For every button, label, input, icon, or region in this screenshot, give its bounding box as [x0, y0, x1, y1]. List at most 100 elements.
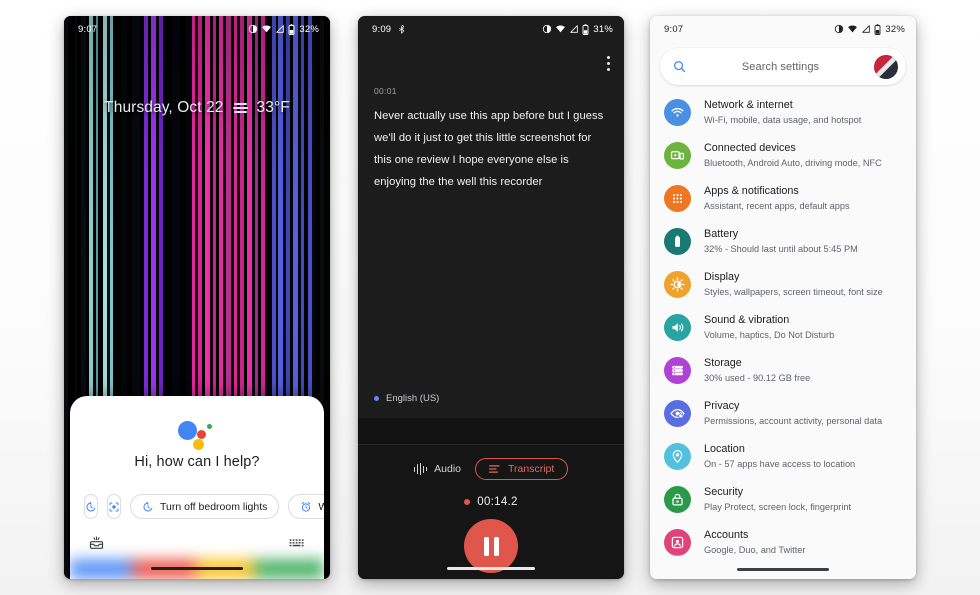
lockscreen-date: Thursday, Oct 22 [104, 99, 224, 116]
wifi-icon [664, 99, 691, 126]
lockscreen-info[interactable]: Thursday, Oct 22 33°F [64, 99, 330, 117]
language-label: English (US) [386, 393, 440, 404]
recorder-transcript-panel: 9:09 31% 00:01 Never actually use this a… [358, 16, 624, 418]
home-indicator[interactable] [151, 567, 243, 570]
chip-label: W [318, 500, 324, 513]
settings-row-apps-notifications[interactable]: Apps & notifications Assistant, recent ap… [650, 177, 916, 220]
settings-row-display[interactable]: Display Styles, wallpapers, screen timeou… [650, 263, 916, 306]
settings-row-security[interactable]: Security Play Protect, screen lock, finge… [650, 478, 916, 521]
status-icons: 32% [834, 24, 905, 35]
settings-row-location[interactable]: Location On - 57 apps have access to loca… [650, 435, 916, 478]
brightness-contrast-icon [249, 24, 258, 34]
settings-row-text: Security Play Protect, screen lock, finge… [704, 485, 851, 514]
google-assistant-logo [176, 418, 218, 450]
home-indicator[interactable] [737, 568, 829, 571]
history-icon [143, 501, 153, 511]
transcript-text[interactable]: Never actually use this app before but I… [358, 96, 624, 193]
status-bar-recorder: 9:09 31% [358, 16, 624, 42]
assistant-footer [70, 519, 324, 553]
avatar[interactable] [874, 54, 898, 79]
signal-icon [570, 25, 579, 33]
settings-row-connected-devices[interactable]: Connected devices Bluetooth, Android Auto… [650, 134, 916, 177]
battery-icon [288, 23, 295, 35]
account-icon [664, 529, 691, 556]
recorder-controls: Audio Transcript 00:14.2 [358, 444, 624, 579]
history-icon [86, 501, 96, 511]
waveform-icon [413, 463, 428, 475]
overflow-menu-icon[interactable] [607, 56, 610, 71]
status-bar-lockscreen: 9:07 32% [64, 16, 330, 42]
timer-value: 00:14.2 [477, 496, 518, 508]
settings-row-text: Display Styles, wallpapers, screen timeou… [704, 270, 883, 299]
settings-row-sound-vibration[interactable]: Sound & vibration Volume, haptics, Do Not… [650, 306, 916, 349]
settings-row-subtitle: On - 57 apps have access to location [704, 459, 856, 469]
settings-row-title: Accounts [704, 529, 749, 541]
wifi-icon [848, 25, 858, 33]
settings-row-title: Connected devices [704, 142, 796, 154]
settings-row-subtitle: 30% used - 90.12 GB free [704, 373, 811, 383]
pause-record-button[interactable] [464, 519, 518, 573]
brightness-contrast-icon [543, 24, 552, 34]
search-settings-bar[interactable]: Search settings [660, 48, 906, 85]
settings-row-title: Privacy [704, 400, 740, 412]
settings-row-title: Storage [704, 357, 742, 369]
status-time: 9:09 [372, 23, 392, 35]
settings-row-title: Apps & notifications [704, 185, 799, 197]
home-indicator[interactable] [447, 567, 535, 570]
language-indicator[interactable]: English (US) [374, 393, 439, 404]
settings-row-subtitle: Styles, wallpapers, screen timeout, font… [704, 287, 883, 297]
search-input-placeholder[interactable]: Search settings [687, 61, 874, 73]
haze-icon [232, 103, 248, 113]
recording-indicator-icon [464, 499, 471, 505]
settings-row-network-internet[interactable]: Network & internet Wi-Fi, mobile, data us… [650, 91, 916, 134]
chip-lens-button[interactable] [107, 494, 121, 519]
settings-row-subtitle: Bluetooth, Android Auto, driving mode, N… [704, 158, 882, 168]
assistant-suggestion-chips: Turn off bedroom lights W [70, 494, 324, 519]
assistant-sheet: Hi, how can I help? Turn off bedroom lig… [70, 396, 324, 579]
search-icon [674, 61, 686, 73]
list-bottom-fade [650, 553, 916, 579]
status-icons: 32% [248, 24, 319, 35]
screenshot-canvas: 9:07 32% Thursday, Oct 22 33°F Hi, how c… [0, 0, 980, 595]
devices-icon [664, 142, 691, 169]
settings-row-battery[interactable]: Battery 32% - Should last until about 5:4… [650, 220, 916, 263]
settings-row-subtitle: Assistant, recent apps, default apps [704, 201, 850, 211]
chip-turn-off-bedroom-lights[interactable]: Turn off bedroom lights [130, 494, 280, 519]
keyboard-icon[interactable] [289, 537, 306, 549]
phone-settings: 9:07 32% Search settings Network & inter… [650, 16, 916, 579]
recorder-tab-bar: Audio Transcript [358, 445, 624, 480]
settings-row-subtitle: Play Protect, screen lock, fingerprint [704, 502, 852, 512]
settings-list: Network & internet Wi-Fi, mobile, data us… [650, 91, 916, 564]
location-pin-icon [664, 443, 691, 470]
signal-icon [276, 25, 285, 33]
settings-row-title: Location [704, 443, 745, 455]
battery-icon [874, 23, 881, 35]
pause-icon [483, 536, 489, 556]
alarm-icon [302, 501, 311, 512]
settings-row-text: Sound & vibration Volume, haptics, Do Not… [704, 313, 834, 342]
settings-row-text: Location On - 57 apps have access to loca… [704, 442, 855, 471]
settings-row-privacy[interactable]: Privacy Permissions, account activity, pe… [650, 392, 916, 435]
phone-lockscreen: 9:07 32% Thursday, Oct 22 33°F Hi, how c… [64, 16, 330, 579]
chip-history-icon-button[interactable] [84, 494, 98, 519]
brightness-contrast-icon [835, 24, 844, 34]
tab-transcript[interactable]: Transcript [475, 458, 569, 480]
status-time: 9:07 [78, 23, 98, 35]
battery-percent: 32% [885, 23, 905, 35]
lens-icon [109, 502, 119, 511]
chip-alarm[interactable]: W [288, 494, 324, 519]
inbox-keyboard-icon[interactable] [88, 535, 105, 551]
settings-row-title: Security [704, 486, 744, 498]
language-dot-icon [374, 396, 379, 401]
settings-row-text: Connected devices Bluetooth, Android Auto… [704, 141, 882, 170]
settings-row-title: Sound & vibration [704, 314, 790, 326]
settings-row-text: Privacy Permissions, account activity, pe… [704, 399, 882, 428]
settings-row-storage[interactable]: Storage 30% used - 90.12 GB free [650, 349, 916, 392]
apps-grid-icon [664, 185, 691, 212]
tab-audio[interactable]: Audio [413, 463, 461, 475]
chip-label: Turn off bedroom lights [160, 500, 268, 513]
signal-icon [862, 25, 871, 33]
settings-row-text: Apps & notifications Assistant, recent ap… [704, 184, 850, 213]
battery-percent: 31% [593, 23, 613, 35]
transcript-lines-icon [489, 465, 500, 473]
